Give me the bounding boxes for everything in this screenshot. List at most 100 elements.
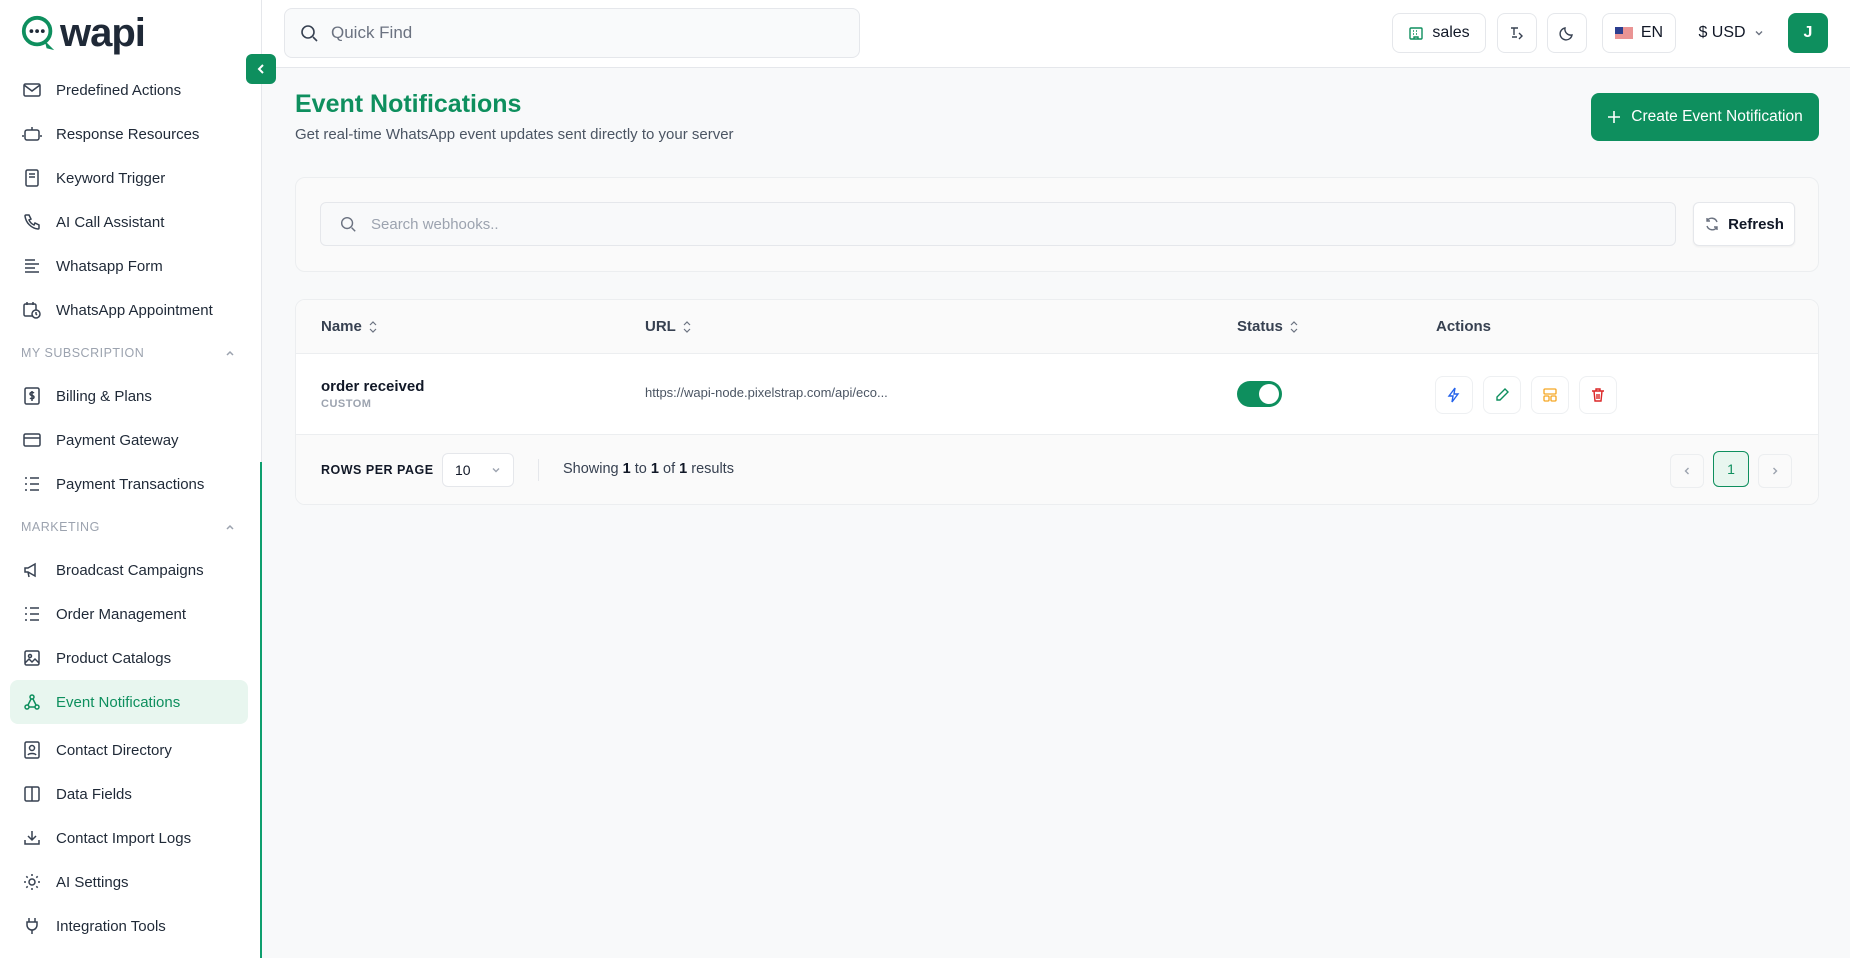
sidebar-item-data-fields[interactable]: Data Fields [10, 772, 248, 816]
column-header-status[interactable]: Status [1237, 318, 1299, 335]
phone-icon [24, 214, 40, 230]
quick-find-placeholder: Quick Find [331, 23, 413, 42]
sidebar-item-contact-directory[interactable]: Contact Directory [10, 728, 248, 772]
section-label: MY SUBSCRIPTION [21, 346, 145, 360]
sidebar-item-broadcast-campaigns[interactable]: Broadcast Campaigns [10, 548, 248, 592]
sidebar-item-label: Whatsapp Form [56, 257, 163, 275]
showing-total: 1 [679, 461, 688, 477]
prev-page-button[interactable] [1670, 454, 1704, 488]
view-logs-button[interactable] [1531, 376, 1569, 414]
sidebar-item-whatsapp-appointment[interactable]: WhatsApp Appointment [10, 288, 248, 332]
page-number-button[interactable]: 1 [1713, 451, 1749, 487]
chevron-left-icon [1684, 467, 1689, 475]
plus-icon [1608, 111, 1621, 123]
sidebar-item-label: Data Fields [56, 785, 132, 803]
column-header-name[interactable]: Name [321, 318, 378, 335]
table-row: order received CUSTOM https://wapi-node.… [296, 354, 1818, 435]
sidebar-item-predefined-actions[interactable]: Predefined Actions [10, 68, 248, 112]
sidebar-item-payment-gateway[interactable]: Payment Gateway [10, 418, 248, 462]
sidebar-item-billing-plans[interactable]: Billing & Plans [10, 374, 248, 418]
search-placeholder: Search webhooks.. [371, 215, 499, 233]
delete-webhook-button[interactable] [1579, 376, 1617, 414]
sidebar-item-response-resources[interactable]: Response Resources [10, 112, 248, 156]
test-webhook-button[interactable] [1435, 376, 1473, 414]
topbar: Quick Find sales EN $ USD J [262, 0, 1850, 68]
status-toggle[interactable] [1237, 381, 1282, 407]
column-header-label: Name [321, 318, 362, 335]
column-header-label: Status [1237, 318, 1283, 335]
currency-select[interactable]: $ USD [1688, 13, 1774, 53]
card-icon [23, 433, 41, 447]
language-button[interactable]: EN [1602, 13, 1676, 53]
logo[interactable]: wapi [20, 10, 146, 56]
collapse-sidebar-button[interactable] [246, 54, 276, 84]
megaphone-icon [24, 562, 36, 578]
search-icon [301, 25, 318, 42]
divider [538, 459, 539, 481]
workspace-label: sales [1432, 24, 1470, 41]
sidebar-item-event-notifications[interactable]: Event Notifications [10, 680, 248, 724]
chevron-up-icon [226, 350, 234, 356]
trash-icon [1592, 388, 1604, 402]
chevron-right-icon [1773, 467, 1778, 475]
sidebar-item-label: AI Settings [56, 873, 129, 891]
search-webhooks-input[interactable]: Search webhooks.. [320, 202, 1676, 246]
quick-find-input[interactable]: Quick Find [284, 8, 860, 58]
refresh-icon [1706, 217, 1718, 231]
sidebar-item-payment-transactions[interactable]: Payment Transactions [10, 462, 248, 506]
sidebar-item-label: Response Resources [56, 125, 200, 143]
sidebar: wapi Predefined Actions Response Resourc… [0, 0, 262, 958]
theme-toggle-button[interactable] [1547, 13, 1587, 53]
us-flag-icon [1614, 26, 1633, 40]
sidebar-item-keyword-trigger[interactable]: Keyword Trigger [10, 156, 248, 200]
search-card: Search webhooks.. Refresh [295, 177, 1819, 272]
translate-button[interactable] [1497, 13, 1537, 53]
next-page-button[interactable] [1758, 454, 1792, 488]
chevron-down-icon [492, 468, 500, 473]
workspace-button[interactable]: sales [1392, 13, 1486, 53]
create-event-notification-button[interactable]: Create Event Notification [1591, 93, 1819, 141]
refresh-button[interactable]: Refresh [1693, 202, 1795, 246]
showing-results-word: results [691, 461, 734, 477]
sidebar-item-label: Broadcast Campaigns [56, 561, 204, 579]
lightning-icon [1447, 387, 1460, 403]
mail-icon [23, 83, 41, 97]
contact-icon [24, 741, 40, 759]
sort-icon [683, 320, 691, 333]
refresh-label: Refresh [1728, 215, 1784, 233]
sidebar-item-whatsapp-form[interactable]: Whatsapp Form [10, 244, 248, 288]
sidebar-item-label: Contact Import Logs [56, 829, 192, 847]
list-icon [25, 607, 39, 621]
plug-icon [26, 918, 38, 934]
rows-per-page-select[interactable]: 10 [442, 453, 514, 487]
column-header-url[interactable]: URL [645, 318, 692, 335]
webhook-type: CUSTOM [321, 398, 372, 410]
sidebar-scroll-indicator[interactable] [260, 462, 262, 958]
webhooks-table: Name URL Status Actions order received C… [295, 299, 1819, 505]
sidebar-item-ai-call-assistant[interactable]: AI Call Assistant [10, 200, 248, 244]
table-header: Name URL Status Actions [296, 300, 1818, 354]
moon-icon [1559, 27, 1573, 41]
building-icon [1409, 27, 1424, 40]
sidebar-item-contact-import-logs[interactable]: Contact Import Logs [10, 816, 248, 860]
language-label: EN [1640, 24, 1664, 41]
sidebar-item-product-catalogs[interactable]: Product Catalogs [10, 636, 248, 680]
logo-text: wapi [60, 11, 146, 55]
section-label: MARKETING [21, 520, 100, 534]
image-icon [24, 650, 40, 666]
sidebar-item-order-management[interactable]: Order Management [10, 592, 248, 636]
sidebar-item-label: Event Notifications [56, 693, 181, 711]
sidebar-item-integration-tools[interactable]: Integration Tools [10, 904, 248, 948]
webhook-name-cell: order received CUSTOM [321, 378, 424, 410]
sidebar-item-ai-settings[interactable]: AI Settings [10, 860, 248, 904]
showing-prefix: Showing [563, 461, 619, 477]
list-icon [25, 477, 39, 491]
section-my-subscription[interactable]: MY SUBSCRIPTION [10, 332, 248, 374]
currency-label: $ USD [1698, 24, 1746, 41]
edit-webhook-button[interactable] [1483, 376, 1521, 414]
sidebar-item-label: Order Management [56, 605, 187, 623]
column-header-label: URL [645, 318, 676, 335]
section-marketing[interactable]: MARKETING [10, 506, 248, 548]
sidebar-item-label: WhatsApp Appointment [56, 301, 213, 319]
user-avatar[interactable]: J [1788, 13, 1828, 53]
